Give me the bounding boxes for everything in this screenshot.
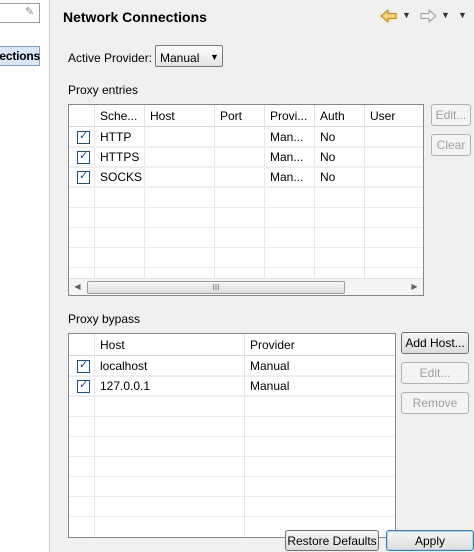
table-row[interactable]: ✓ HTTPS Man... No xyxy=(69,147,423,167)
forward-menu-chevron-icon[interactable]: ▼ xyxy=(441,10,450,20)
edit-proxy-button[interactable]: Edit... xyxy=(431,104,471,126)
page-title: Network Connections xyxy=(63,9,207,25)
forward-arrow-icon[interactable] xyxy=(418,6,438,26)
cell-host: localhost xyxy=(100,359,148,373)
cell-scheme: HTTPS xyxy=(100,150,140,164)
column-header-scheme[interactable]: Sche... xyxy=(95,105,145,127)
cell-provider: Manual xyxy=(250,379,290,393)
column-header-port[interactable]: Port xyxy=(215,105,265,127)
preference-tree xyxy=(0,0,50,552)
cell-user xyxy=(365,127,423,147)
proxy-entries-label: Proxy entries xyxy=(68,83,139,97)
table-row[interactable]: ✓ HTTP Man... No xyxy=(69,127,423,147)
cell-port xyxy=(215,127,265,147)
active-provider-value: Manual xyxy=(160,51,200,65)
column-header-auth[interactable]: Auth xyxy=(315,105,365,127)
dropdown-arrow-icon: ▼ xyxy=(210,52,219,62)
clear-filter-icon[interactable]: ✎ xyxy=(25,6,37,18)
column-header-provider[interactable]: Provider xyxy=(245,334,395,356)
cell-scheme: SOCKS xyxy=(100,170,143,184)
column-header-check xyxy=(69,105,95,127)
row-checkbox[interactable]: ✓ xyxy=(77,170,90,184)
view-menu-chevron-icon[interactable]: ▼ xyxy=(458,10,467,20)
horizontal-scrollbar[interactable]: ◀ III ▶ xyxy=(69,278,423,295)
add-host-button[interactable]: Add Host... xyxy=(401,332,469,354)
row-checkbox[interactable]: ✓ xyxy=(77,130,90,144)
column-header-provider[interactable]: Provi... xyxy=(265,105,315,127)
cell-user xyxy=(365,167,423,187)
table-row[interactable]: ✓ 127.0.0.1 Manual xyxy=(69,376,395,396)
row-checkbox[interactable]: ✓ xyxy=(77,150,90,164)
active-provider-label: Active Provider: xyxy=(68,51,153,65)
cell-auth: No xyxy=(320,150,336,164)
cell-host: 127.0.0.1 xyxy=(100,379,151,393)
column-header-user[interactable]: User xyxy=(365,105,423,127)
cell-port xyxy=(215,147,265,167)
back-menu-chevron-icon[interactable]: ▼ xyxy=(402,10,411,20)
proxy-bypass-label: Proxy bypass xyxy=(68,312,141,326)
cell-host xyxy=(145,167,215,187)
clear-proxy-button[interactable]: Clear xyxy=(431,134,471,156)
cell-auth: No xyxy=(320,170,336,184)
cell-user xyxy=(365,147,423,167)
proxy-entries-table[interactable]: Sche... Host Port Provi... Auth User ✓ H… xyxy=(68,104,424,296)
column-header-host[interactable]: Host xyxy=(95,334,245,356)
row-checkbox[interactable]: ✓ xyxy=(77,379,90,393)
scrollbar-thumb[interactable]: III xyxy=(87,281,345,294)
cell-provider: Man... xyxy=(270,150,304,164)
column-header-host[interactable]: Host xyxy=(145,105,215,127)
column-header-check xyxy=(69,334,95,356)
cell-scheme: HTTP xyxy=(100,130,132,144)
cell-host xyxy=(145,147,215,167)
cell-provider: Man... xyxy=(270,170,304,184)
apply-button[interactable]: Apply xyxy=(386,530,474,551)
table-row[interactable]: ✓ localhost Manual xyxy=(69,356,395,376)
tree-item-label: Connections xyxy=(0,49,40,63)
scroll-left-icon[interactable]: ◀ xyxy=(69,279,86,295)
cell-port xyxy=(215,167,265,187)
back-arrow-icon[interactable] xyxy=(379,6,399,26)
cell-auth: No xyxy=(320,130,336,144)
row-checkbox[interactable]: ✓ xyxy=(77,359,90,373)
scroll-right-icon[interactable]: ▶ xyxy=(406,279,423,295)
remove-host-button[interactable]: Remove xyxy=(401,392,469,414)
cell-host xyxy=(145,127,215,147)
edit-host-button[interactable]: Edit... xyxy=(401,362,469,384)
proxy-bypass-table[interactable]: Host Provider ✓ localhost Manual ✓ 127.0… xyxy=(68,333,396,538)
table-row[interactable]: ✓ SOCKS Man... No xyxy=(69,167,423,187)
cell-provider: Man... xyxy=(270,130,304,144)
restore-defaults-button[interactable]: Restore Defaults xyxy=(285,530,379,551)
cell-provider: Manual xyxy=(250,359,290,373)
